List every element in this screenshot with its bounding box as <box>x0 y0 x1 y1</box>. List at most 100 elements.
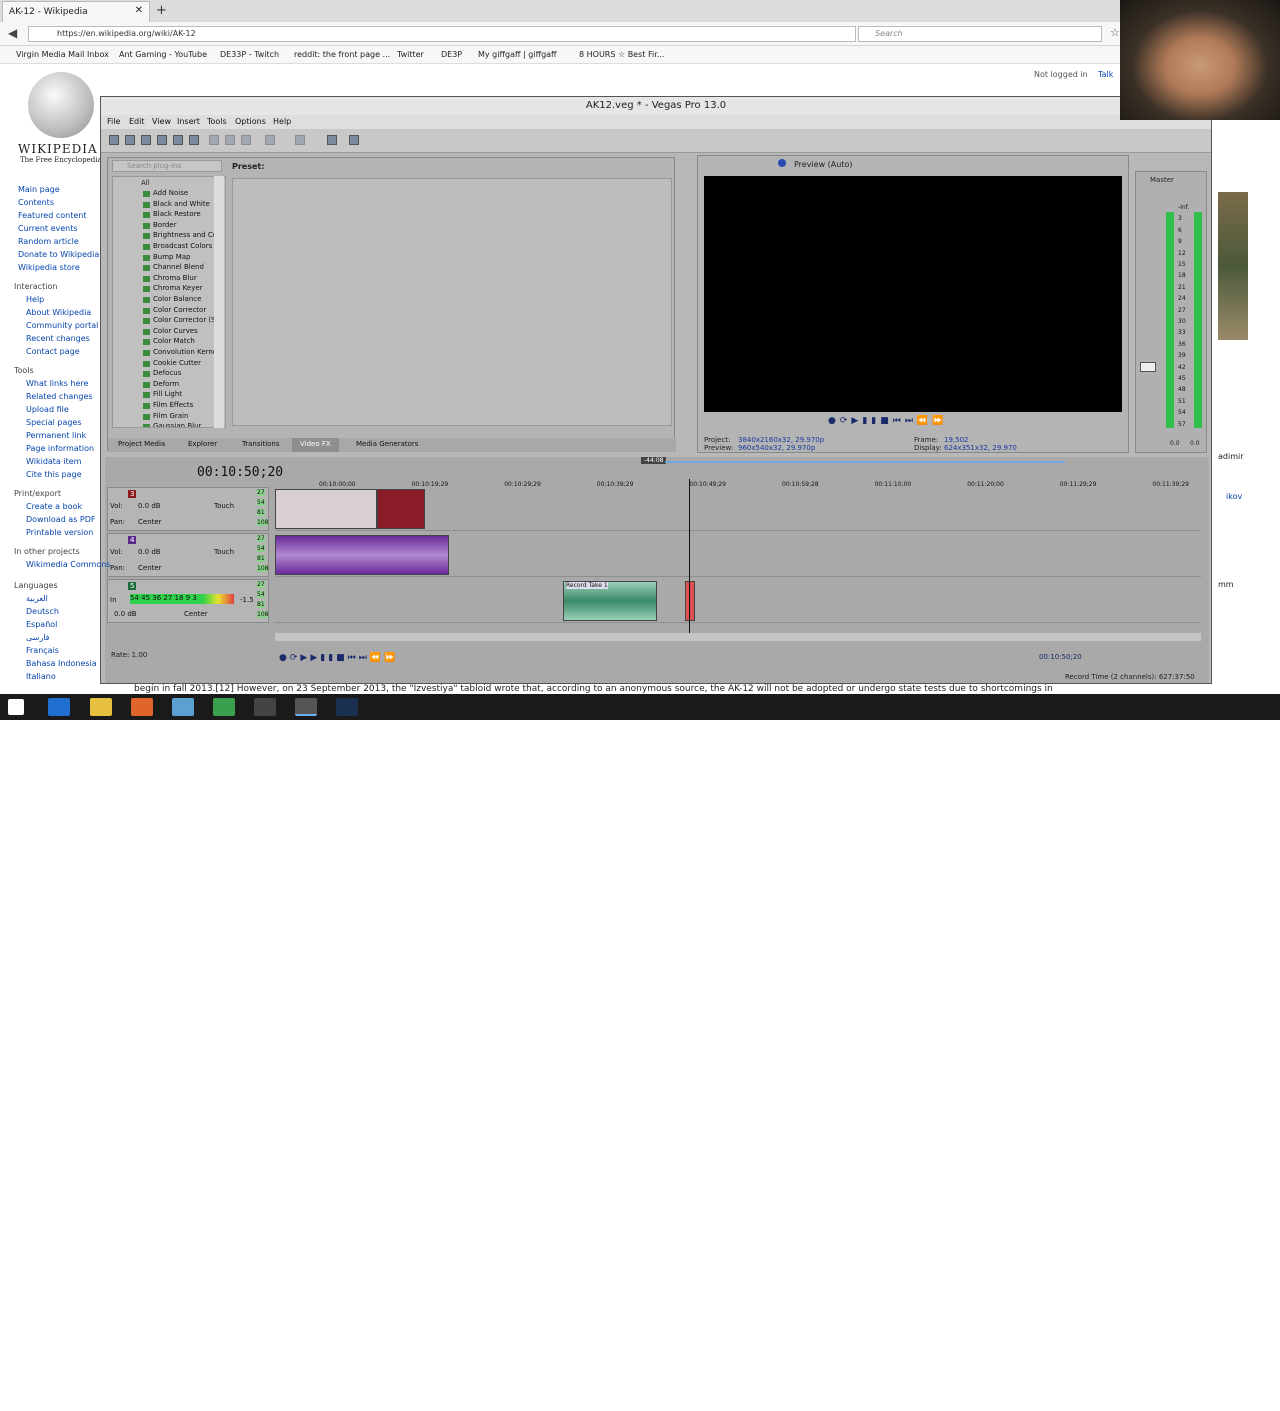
cut-icon[interactable] <box>209 135 219 145</box>
system-clock[interactable]: 21:51 01/01/2017 <box>1226 1391 1266 1411</box>
ie-icon[interactable] <box>48 698 70 716</box>
fx-plugin-item[interactable]: Black and White <box>143 200 210 208</box>
start-icon[interactable] <box>8 699 24 715</box>
bookmark[interactable]: DE33P - Twitch <box>220 50 279 59</box>
sidebar-link[interactable]: Related changes <box>26 392 93 401</box>
sidebar-link[interactable]: Create a book <box>26 502 82 511</box>
back-icon[interactable]: ◀ <box>8 26 17 40</box>
timeline-track[interactable]: Record Take 1 <box>275 579 1201 623</box>
sidebar-link[interactable]: Special pages <box>26 418 82 427</box>
sidebar-link[interactable]: Printable version <box>26 528 93 537</box>
copy-icon[interactable] <box>225 135 235 145</box>
fx-plugin-item[interactable]: Cookie Cutter <box>143 359 201 367</box>
bookmark[interactable]: 8 HOURS ☆ Best Fir... <box>579 50 664 59</box>
menu-file[interactable]: File <box>107 117 120 126</box>
sidebar-link[interactable]: Page information <box>26 444 94 453</box>
sidebar-link[interactable]: Current events <box>18 224 78 233</box>
loop-region-bar[interactable] <box>665 461 1065 463</box>
fx-plugin-item[interactable]: Bump Map <box>143 253 191 261</box>
fx-plugin-item[interactable]: Channel Blend <box>143 263 204 272</box>
search-input[interactable]: Search <box>858 26 1102 42</box>
sidebar-link[interactable]: Cite this page <box>26 470 82 479</box>
bookmark[interactable]: Twitter <box>397 50 424 59</box>
sidebar-link[interactable]: What links here <box>26 379 88 388</box>
save-icon[interactable] <box>141 135 151 145</box>
bookmark[interactable]: My giffgaff | giffgaff <box>478 50 557 59</box>
fx-plugin-item[interactable]: Color Corrector <box>142 306 206 314</box>
app-icon[interactable] <box>254 698 276 716</box>
star-icon[interactable]: ☆ <box>1110 26 1120 39</box>
fx-plugin-item[interactable]: Fill Light <box>142 390 182 399</box>
sidebar-link[interactable]: Community portal <box>26 321 98 330</box>
fx-plugin-item[interactable]: Convolution Kerne <box>142 348 217 356</box>
recorded-audio-clip[interactable]: Record Take 1 <box>563 581 657 621</box>
recording-clip[interactable] <box>685 581 695 621</box>
timeline-track[interactable] <box>275 487 1201 531</box>
playhead-cursor[interactable] <box>689 479 690 639</box>
paste-icon[interactable] <box>241 135 251 145</box>
sidebar-link[interactable]: Recent changes <box>26 334 90 343</box>
sidebar-link[interactable]: Contact page <box>26 347 80 356</box>
track-header[interactable]: 3 Vol: 0.0 dB Touch Pan: Center <box>107 487 269 531</box>
fx-plugin-item[interactable]: Chroma Blur <box>143 274 197 282</box>
sidebar-link[interactable]: Donate to Wikipedia <box>18 250 99 259</box>
fx-plugin-item[interactable]: Broadcast Colors <box>142 242 212 250</box>
wikipedia-globe-logo[interactable] <box>28 72 94 138</box>
transport-controls[interactable]: ●⟳▶▶▮▮■⏮⏭⏪⏩ <box>279 653 398 663</box>
audio-clip[interactable] <box>275 535 449 575</box>
render-icon[interactable] <box>173 135 183 145</box>
sidebar-link[interactable]: Download as PDF <box>26 515 96 524</box>
fx-list-scrollbar[interactable] <box>214 176 224 428</box>
open-icon[interactable] <box>125 135 135 145</box>
sidebar-link[interactable]: Italiano <box>26 672 56 681</box>
menu-edit[interactable]: Edit <box>129 117 145 126</box>
audio-clip[interactable] <box>275 489 377 529</box>
track-header[interactable]: 4 Vol: 0.0 dB Touch Pan: Center <box>107 533 269 577</box>
preview-mode-dropdown[interactable]: Preview (Auto) <box>794 160 853 169</box>
menu-options[interactable]: Options <box>235 117 266 126</box>
tab-video-fx[interactable]: Video FX <box>292 438 339 452</box>
preview-quality-icon[interactable] <box>778 159 786 167</box>
sidebar-link[interactable]: Wikipedia store <box>18 263 80 272</box>
help-pointer-icon[interactable] <box>349 135 359 145</box>
sidebar-link[interactable]: Español <box>26 620 57 629</box>
fx-plugin-item[interactable]: Color Balance <box>142 295 201 303</box>
fx-plugin-item[interactable]: Gaussian Blur <box>142 422 201 427</box>
select-tool-icon[interactable] <box>327 135 337 145</box>
fx-root-folder[interactable]: All <box>141 179 150 187</box>
tab-media-generators[interactable]: Media Generators <box>356 440 418 448</box>
sidebar-link[interactable]: About Wikipedia <box>26 308 91 317</box>
sidebar-link[interactable]: Permanent link <box>26 431 86 440</box>
fx-plugin-item[interactable]: Border <box>142 221 176 229</box>
automation-mode[interactable]: Touch <box>214 548 234 556</box>
utorrent-icon[interactable] <box>213 698 235 716</box>
sidebar-link[interactable]: Deutsch <box>26 607 59 616</box>
timeline-scrollbar[interactable] <box>275 633 1201 641</box>
plugin-search-input[interactable]: Search plug-ins <box>112 160 222 172</box>
sidebar-link[interactable]: Main page <box>18 185 60 194</box>
close-icon[interactable]: ✕ <box>135 5 143 16</box>
sidebar-link[interactable]: Featured content <box>18 211 86 220</box>
sidebar-link[interactable]: Help <box>26 295 44 304</box>
track-header[interactable]: 5 In 54 45 36 27 18 9 3 -1.5 0.0 dB Cent… <box>107 579 269 623</box>
steam-icon[interactable] <box>336 698 358 716</box>
fx-plugin-item[interactable]: Add Noise <box>142 189 188 197</box>
master-fader[interactable] <box>1140 362 1156 372</box>
browser-tab[interactable]: AK-12 - Wikipedia ✕ <box>2 1 150 22</box>
audio-clip[interactable] <box>377 489 425 529</box>
bookmark[interactable]: Ant Gaming - YouTube <box>119 50 207 59</box>
talk-link[interactable]: Talk <box>1098 70 1113 79</box>
bookmark[interactable]: DE3P <box>441 50 462 59</box>
sidebar-link[interactable]: Random article <box>18 237 79 246</box>
fx-plugin-item[interactable]: Film Effects <box>142 401 193 409</box>
explorer-icon[interactable] <box>90 698 112 716</box>
fx-plugin-item[interactable]: Color Curves <box>143 327 198 335</box>
fx-plugin-item[interactable]: Brightness and Co <box>142 231 217 240</box>
sidebar-link[interactable]: Français <box>26 646 59 655</box>
loop-region-marker[interactable]: -44:08 <box>641 457 667 464</box>
tab-transitions[interactable]: Transitions <box>242 440 280 448</box>
tab-project-media[interactable]: Project Media <box>118 440 165 448</box>
preview-transport-controls[interactable]: ●⟳▶▮▮■⏮⏭⏪⏩ <box>828 416 947 426</box>
undo-icon[interactable] <box>265 135 275 145</box>
menu-help[interactable]: Help <box>273 117 291 126</box>
